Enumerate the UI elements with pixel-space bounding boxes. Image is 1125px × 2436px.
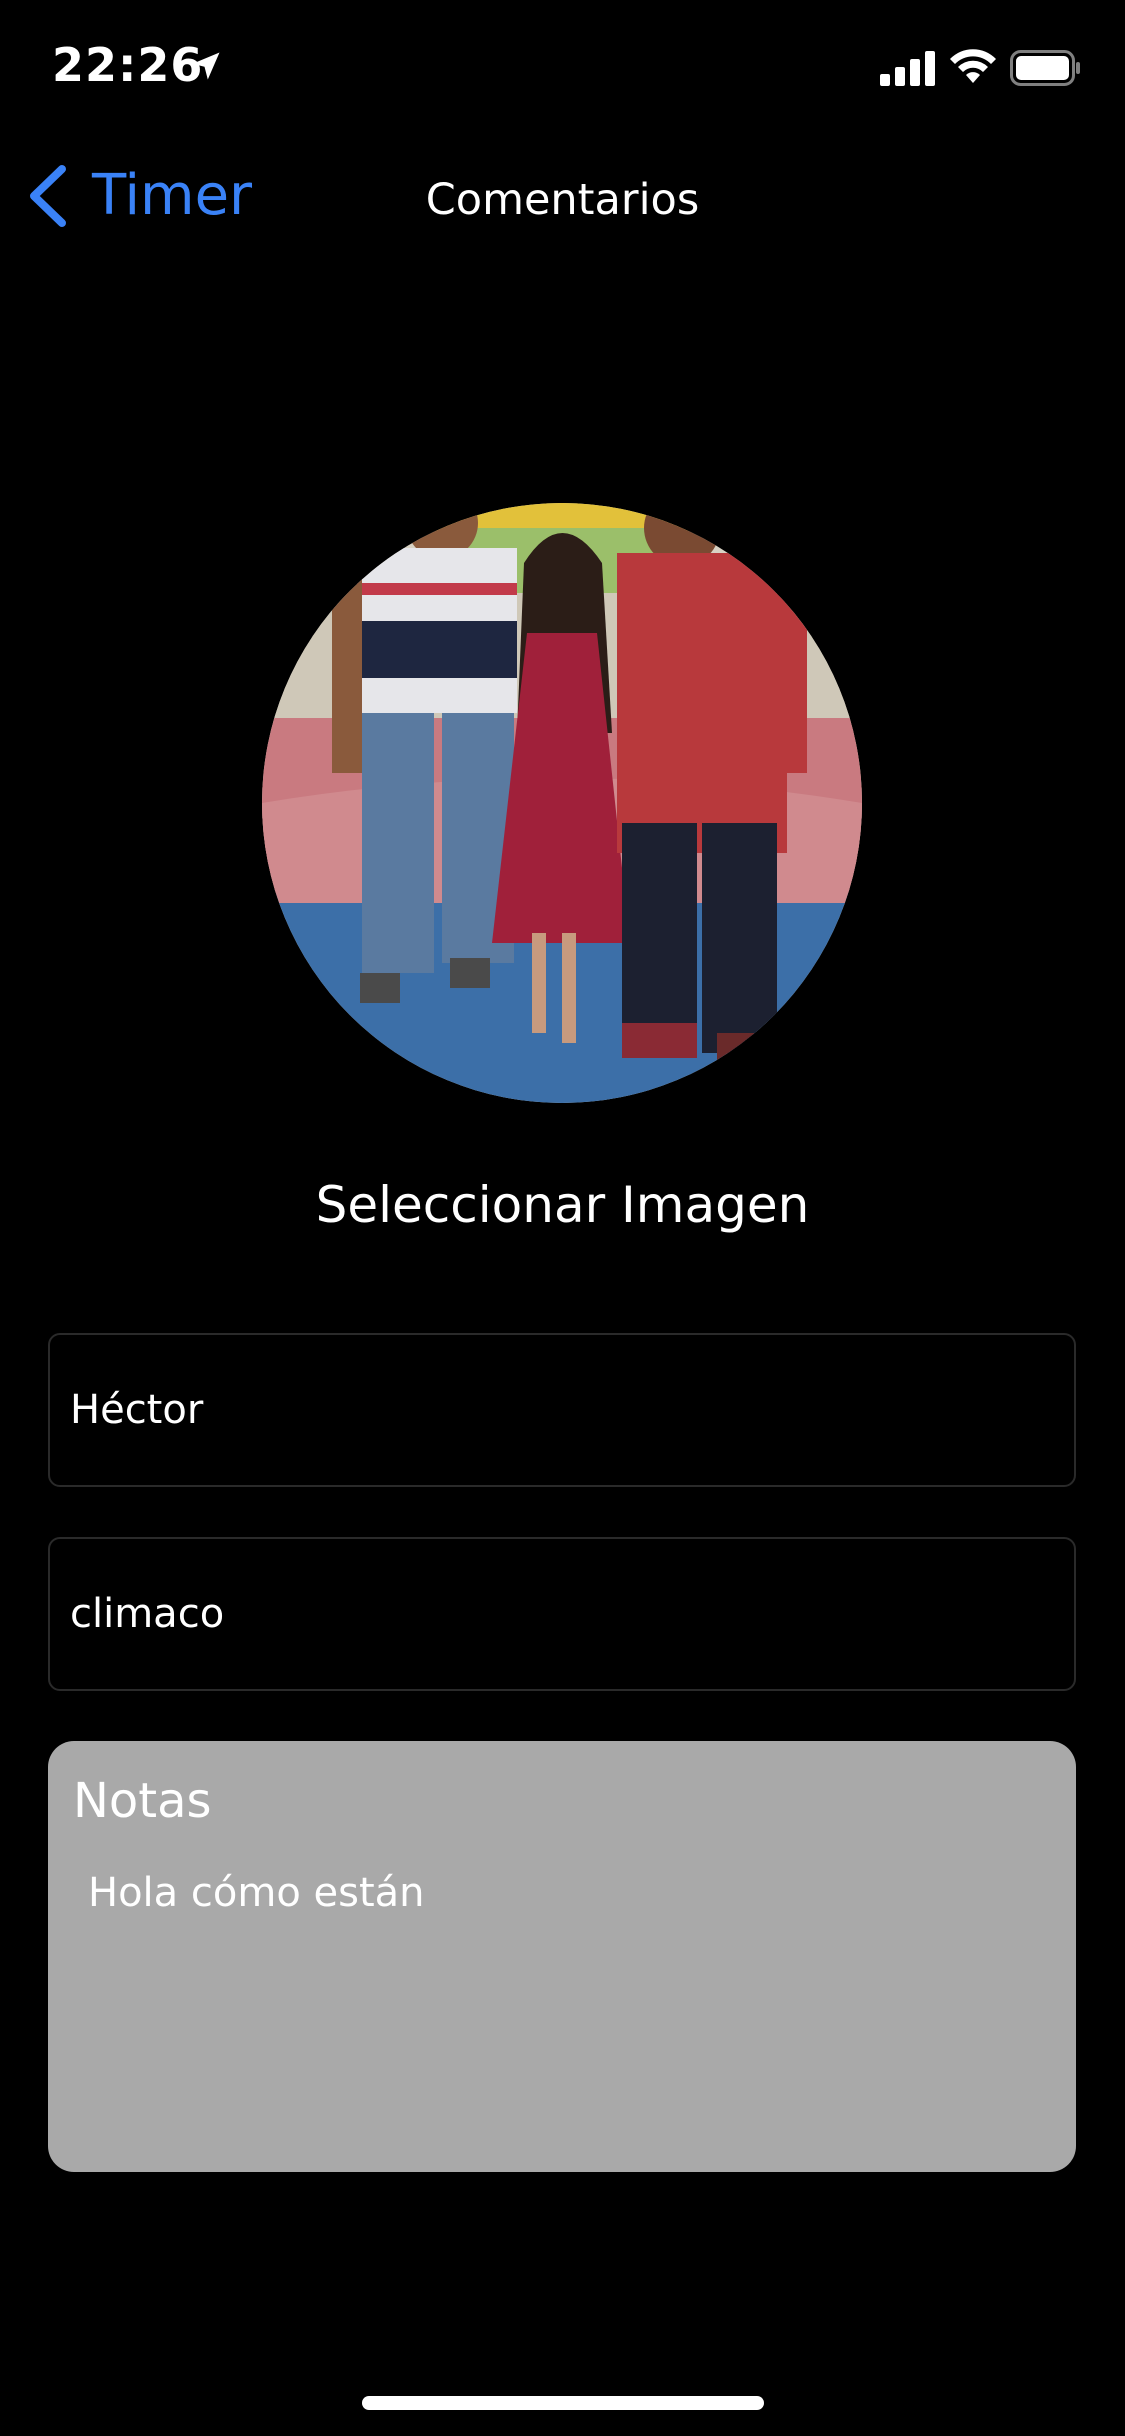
status-bar: 22:26 [0, 0, 1125, 140]
notes-title: Notas [73, 1773, 212, 1829]
select-image-button[interactable]: Seleccionar Imagen [0, 1170, 1125, 1240]
avatar[interactable] [262, 503, 862, 1103]
notes-box: Notas Hola cómo están [48, 1741, 1076, 2172]
battery-full-icon [1010, 50, 1080, 86]
home-indicator[interactable] [362, 2396, 764, 2410]
avatar-photo [262, 503, 862, 1103]
notes-textarea[interactable]: Hola cómo están [88, 1866, 1048, 2146]
wifi-icon [950, 49, 996, 83]
status-time: 22:26 [52, 38, 204, 92]
last-name-field[interactable] [48, 1537, 1076, 1691]
cellular-signal-icon [880, 51, 935, 86]
page-title: Comentarios [425, 175, 700, 225]
first-name-field[interactable] [48, 1333, 1076, 1487]
first-name-input[interactable] [70, 1335, 1050, 1485]
location-arrow-icon [192, 52, 220, 80]
last-name-input[interactable] [70, 1539, 1050, 1689]
